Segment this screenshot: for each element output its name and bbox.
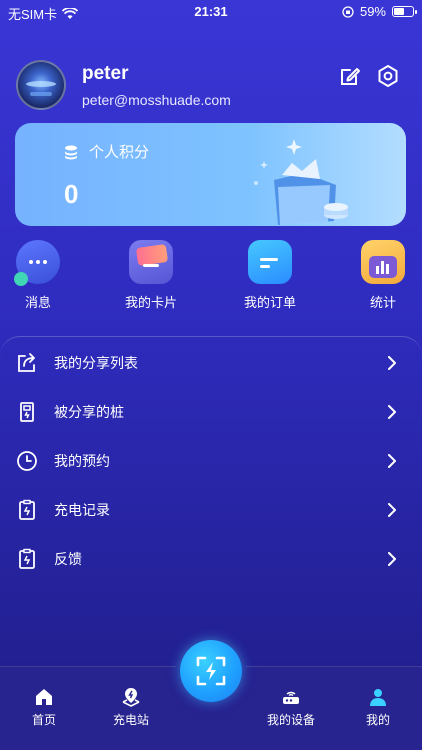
menu-label: 我的分享列表 (54, 354, 138, 371)
battery-level (394, 8, 405, 15)
menu-list: 我的分享列表 被分享的桩 我的预约 充电记录 反馈 (0, 336, 422, 676)
username: peter (82, 63, 129, 84)
avatar[interactable] (16, 60, 66, 110)
points-label: 个人积分 (89, 144, 150, 161)
map-pin-icon (122, 688, 140, 707)
email: peter@mosshuade.com (82, 92, 231, 108)
chevron-right-icon (388, 551, 396, 566)
order-icon (248, 240, 292, 284)
shortcut-label: 消息 (24, 295, 51, 310)
chevron-right-icon (388, 355, 396, 370)
profile-header: peter peter@mosshuade.com (14, 60, 408, 112)
card-icon (129, 240, 173, 284)
coins-icon (65, 145, 77, 159)
stats-icon (361, 240, 405, 284)
tab-label: 首页 (31, 713, 56, 727)
charger-icon (20, 401, 34, 422)
tab-devices[interactable]: 我的设备 (261, 687, 321, 728)
menu-item-reservations[interactable]: 我的预约 (0, 436, 422, 485)
menu-label: 反馈 (54, 550, 82, 567)
user-icon (370, 689, 386, 706)
edit-icon[interactable] (338, 64, 362, 88)
clock-icon (17, 450, 37, 471)
feedback-icon (19, 548, 35, 569)
status-bar: 无SIM卡 21:31 59% (0, 0, 422, 24)
orientation-lock-icon (342, 5, 354, 18)
shortcut-row: 消息 我的卡片 我的订单 统计 (0, 240, 422, 315)
points-value: 0 (64, 179, 79, 209)
scan-charge-button[interactable] (180, 640, 242, 702)
shortcut-label: 统计 (369, 295, 396, 310)
shortcut-messages[interactable]: 消息 (0, 240, 78, 311)
tab-label: 充电站 (112, 713, 149, 727)
home-icon (36, 689, 52, 705)
scan-bolt-icon (196, 656, 226, 686)
tab-home[interactable]: 首页 (14, 687, 74, 728)
gear-icon[interactable] (376, 64, 400, 88)
shortcut-my-cards[interactable]: 我的卡片 (111, 240, 191, 311)
tab-mine[interactable]: 我的 (348, 687, 408, 728)
menu-label: 充电记录 (54, 501, 110, 518)
chevron-right-icon (388, 404, 396, 419)
points-card[interactable]: 个人积分 0 (15, 123, 406, 226)
shortcut-label: 我的卡片 (124, 295, 177, 310)
menu-label: 我的预约 (54, 452, 110, 469)
battery-percent: 59% (359, 4, 386, 19)
tab-stations[interactable]: 充电站 (101, 687, 161, 728)
chevron-right-icon (388, 453, 396, 468)
status-right: 59% (342, 4, 417, 19)
points-label-row: 个人积分 (63, 141, 149, 162)
battery-icon (392, 6, 417, 17)
menu-item-shared-chargers[interactable]: 被分享的桩 (0, 387, 422, 436)
menu-label: 被分享的桩 (54, 403, 124, 420)
shortcut-my-orders[interactable]: 我的订单 (230, 240, 310, 311)
shortcut-label: 我的订单 (243, 295, 296, 310)
tab-label: 我的设备 (266, 713, 315, 727)
tab-label: 我的 (365, 713, 390, 727)
message-icon (14, 240, 60, 286)
record-icon (19, 499, 35, 520)
menu-item-charging-records[interactable]: 充电记录 (0, 485, 422, 534)
menu-item-feedback[interactable]: 反馈 (0, 534, 422, 583)
share-icon (18, 352, 35, 372)
folder-illustration-icon (254, 139, 348, 225)
menu-item-share-list[interactable]: 我的分享列表 (0, 338, 422, 387)
router-icon (283, 691, 299, 704)
chevron-right-icon (388, 502, 396, 517)
shortcut-statistics[interactable]: 统计 (343, 240, 422, 311)
